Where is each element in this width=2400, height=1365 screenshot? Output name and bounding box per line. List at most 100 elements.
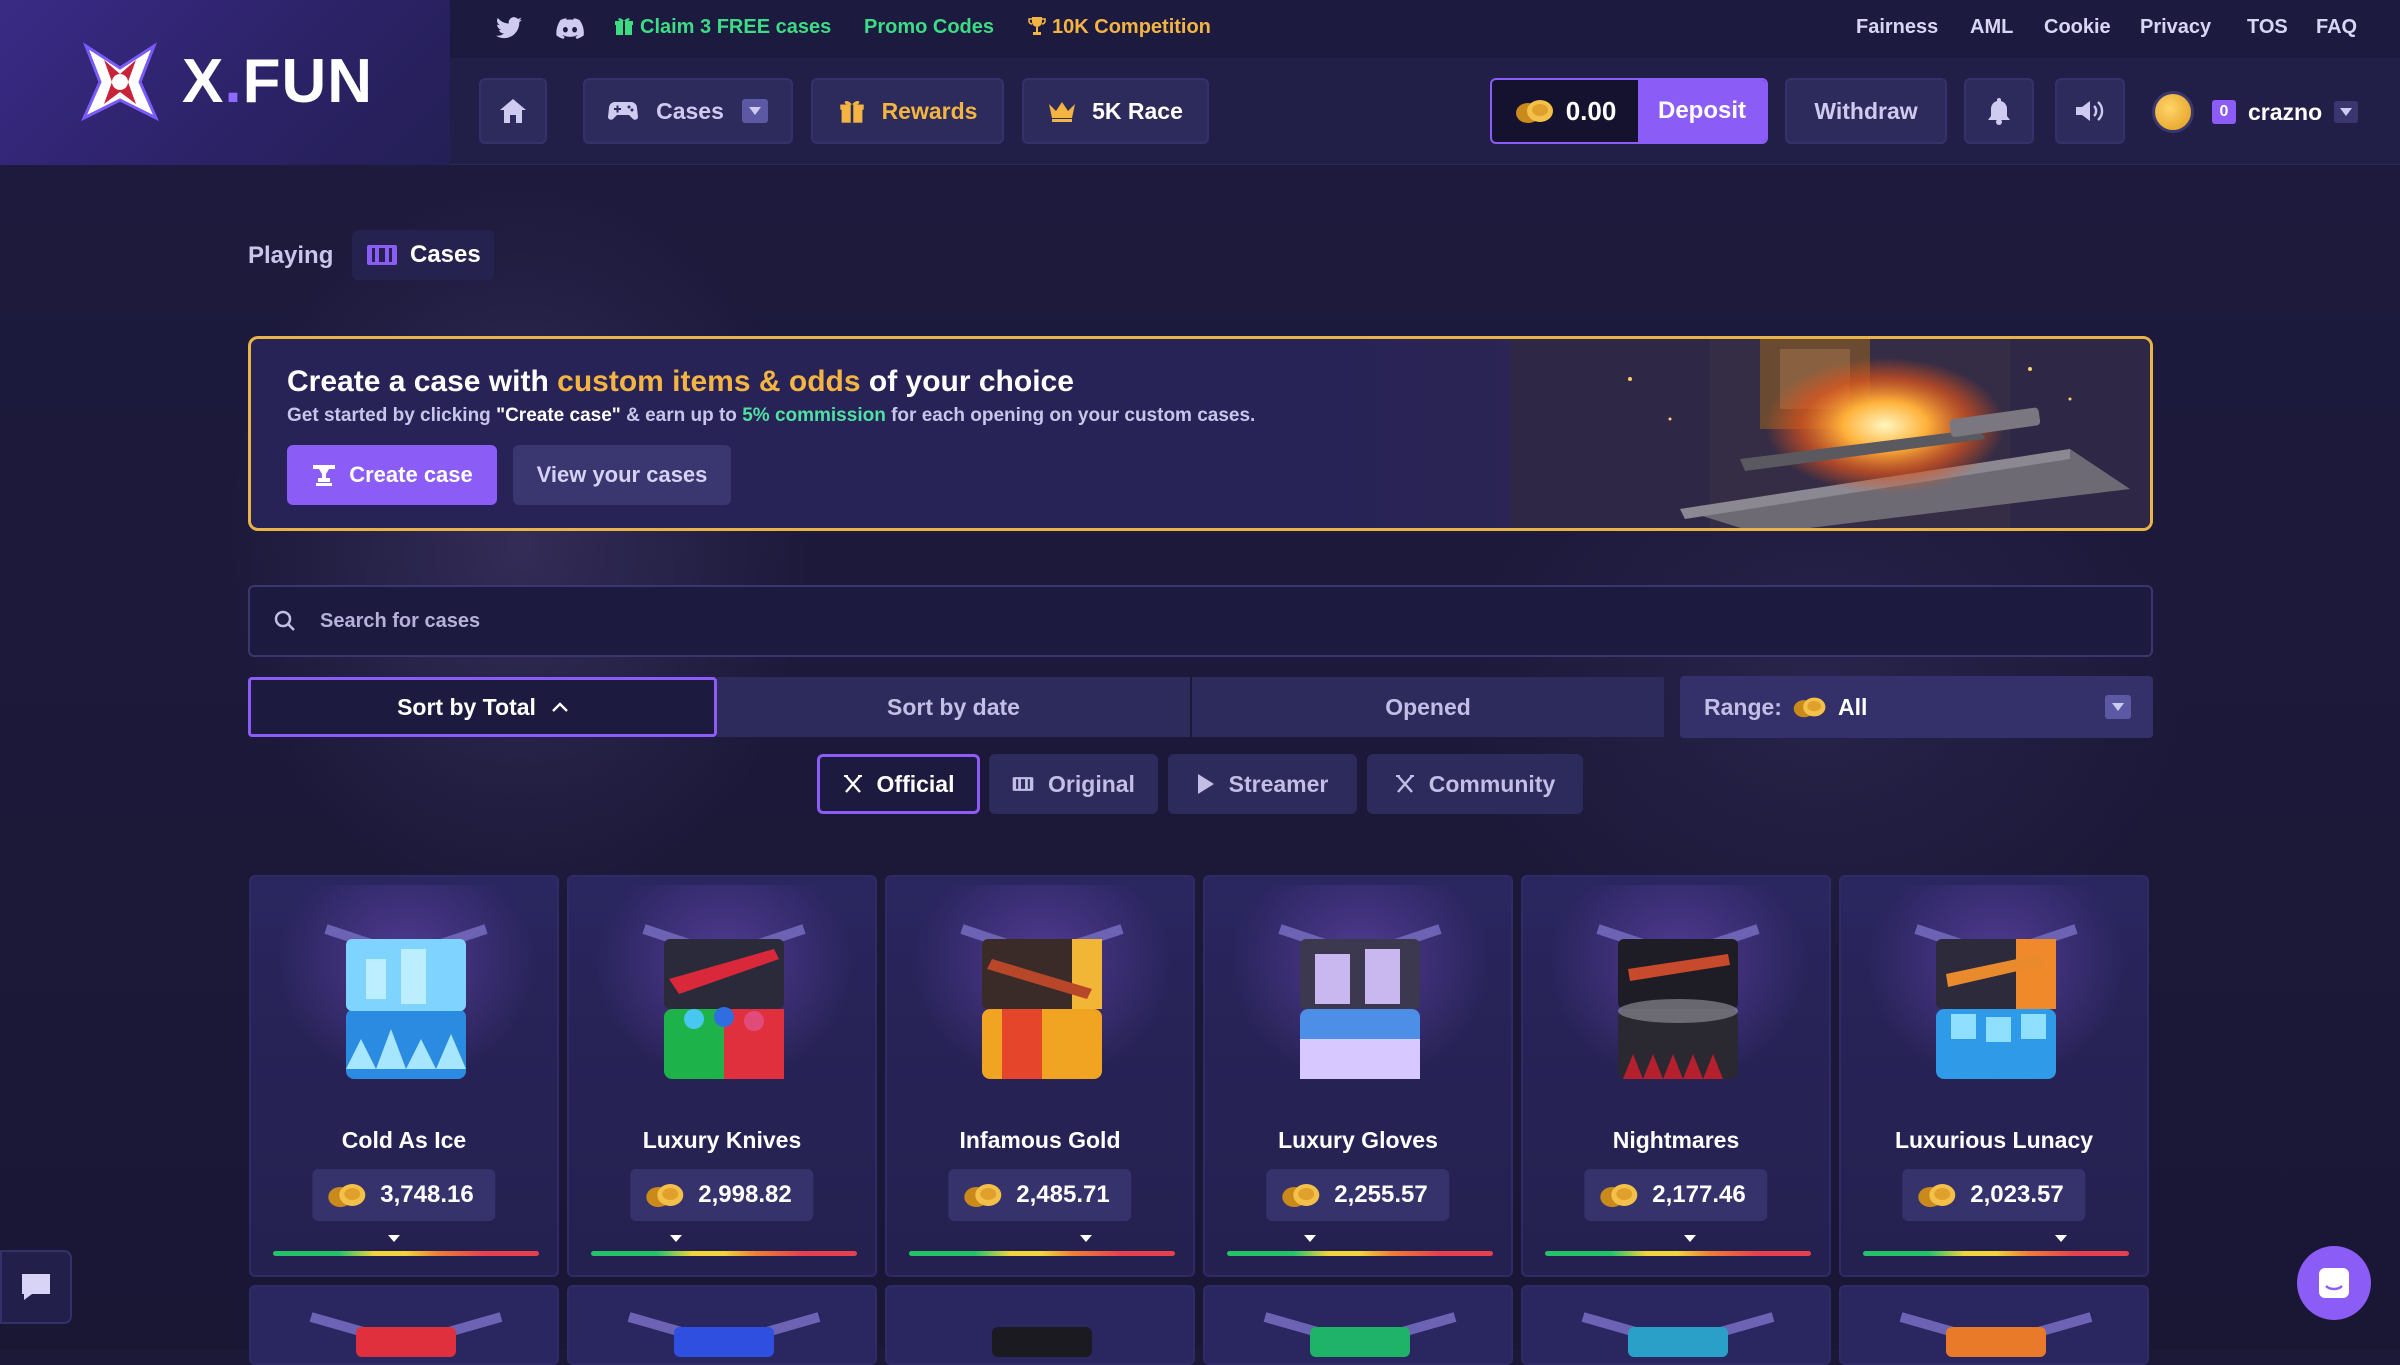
promo-codes-link[interactable]: Promo Codes (864, 16, 994, 39)
username: crazno (2248, 98, 2323, 125)
case-image (992, 1327, 1092, 1357)
case-card[interactable] (249, 1285, 559, 1365)
gift-icon (615, 18, 633, 35)
cases-icon (367, 245, 397, 265)
case-name: Luxury Knives (642, 1127, 802, 1153)
case-card[interactable]: Luxury Gloves 2,255.57 (1203, 875, 1513, 1277)
case-card[interactable] (1839, 1285, 2149, 1365)
privacy-link[interactable]: Privacy (2140, 16, 2211, 39)
competition-link[interactable]: 10K Competition (1028, 16, 1211, 39)
banner-subtitle: Get started by clicking "Create case" & … (287, 405, 1256, 426)
cases-dropdown[interactable]: Cases (583, 78, 793, 144)
case-price: 2,998.82 (630, 1169, 814, 1221)
search-icon (274, 610, 295, 631)
coin-icon (646, 1184, 684, 1207)
balance: 0.00 (1492, 80, 1638, 142)
cookie-link[interactable]: Cookie (2044, 16, 2111, 39)
claim-free-cases-link[interactable]: Claim 3 FREE cases (614, 16, 831, 39)
case-image (1914, 924, 2078, 1079)
fairness-link[interactable]: Fairness (1856, 16, 1938, 39)
view-cases-button[interactable]: View your cases (513, 445, 731, 505)
risk-bar (273, 1251, 539, 1256)
discord-icon[interactable] (556, 18, 584, 39)
case-image (1899, 1312, 2093, 1357)
home-button[interactable] (479, 78, 547, 144)
aml-link[interactable]: AML (1970, 16, 2013, 39)
sound-button[interactable] (2055, 78, 2125, 144)
coin-icon (1515, 100, 1553, 123)
search-input[interactable] (318, 608, 1918, 634)
x-logo-icon (1395, 775, 1414, 793)
case-name: Infamous Gold (959, 1127, 1121, 1153)
risk-marker (1304, 1235, 1316, 1242)
case-image (1278, 924, 1442, 1079)
risk-marker (2055, 1235, 2067, 1242)
tab-community[interactable]: Community (1367, 754, 1583, 814)
top-bar: X.FUN Claim 3 FREE cases Promo Codes 10K… (0, 0, 2400, 165)
race-button[interactable]: 5K Race (1022, 78, 1209, 144)
case-image (309, 1312, 503, 1357)
withdraw-button[interactable]: Withdraw (1785, 78, 1947, 144)
deposit-button[interactable]: Deposit (1638, 80, 1766, 142)
case-price-value: 2,023.57 (1970, 1181, 2064, 1208)
logo-area[interactable]: X.FUN (0, 0, 450, 165)
user-menu[interactable]: 0 crazno (2152, 86, 2374, 138)
case-image (1596, 924, 1760, 1079)
case-card[interactable] (1521, 1285, 1831, 1365)
create-case-button[interactable]: Create case (287, 445, 497, 505)
case-card[interactable]: Luxurious Lunacy 2,023.57 (1839, 875, 2149, 1277)
sort-opened-button[interactable]: Opened (1192, 677, 1664, 737)
risk-marker (1684, 1235, 1696, 1242)
case-card[interactable] (1203, 1285, 1513, 1365)
balance-value: 0.00 (1565, 95, 1617, 126)
tab-original[interactable]: Original (989, 754, 1158, 814)
twitter-icon[interactable] (496, 17, 522, 39)
user-level-badge: 0 (2212, 100, 2236, 124)
tab-streamer[interactable]: Streamer (1168, 754, 1357, 814)
gamepad-icon (608, 102, 639, 120)
trophy-icon (1028, 17, 1046, 35)
coin-icon (328, 1184, 366, 1207)
tab-official-label: Official (876, 770, 955, 797)
risk-bar (909, 1251, 1175, 1256)
open-chat-button[interactable] (0, 1250, 72, 1324)
case-image (627, 1312, 821, 1357)
search-bar[interactable] (248, 585, 2153, 657)
case-card[interactable] (567, 1285, 877, 1365)
create-case-banner: Create a case with custom items & odds o… (248, 336, 2153, 531)
notifications-button[interactable] (1964, 78, 2034, 144)
coin-icon (1918, 1184, 1956, 1207)
faq-link[interactable]: FAQ (2316, 16, 2357, 39)
chevron-up-icon (552, 702, 568, 712)
sort-by-total-label: Sort by Total (397, 693, 536, 720)
range-label: Range: (1704, 693, 1782, 720)
breadcrumb-current-label: Cases (410, 241, 481, 268)
case-card[interactable] (885, 1285, 1195, 1365)
rewards-button[interactable]: Rewards (811, 78, 1004, 144)
balance-box: 0.00 Deposit (1490, 78, 1768, 144)
case-card[interactable]: Infamous Gold 2,485.71 (885, 875, 1195, 1277)
play-icon (1197, 774, 1214, 794)
coin-icon (964, 1184, 1002, 1207)
support-chat-button[interactable] (2297, 1246, 2371, 1320)
bell-icon (1988, 98, 2010, 125)
case-card[interactable]: Nightmares 2,177.46 (1521, 875, 1831, 1277)
risk-marker (1080, 1235, 1092, 1242)
case-name: Cold As Ice (341, 1127, 467, 1153)
cases-label: Cases (656, 97, 724, 124)
tab-official[interactable]: Official (817, 754, 980, 814)
sort-by-total-button[interactable]: Sort by Total (248, 677, 717, 737)
case-price: 2,255.57 (1266, 1169, 1450, 1221)
anvil-icon (313, 465, 336, 486)
cases-icon (1012, 777, 1034, 791)
range-dropdown[interactable]: Range: All (1680, 676, 2153, 738)
risk-bar (591, 1251, 857, 1256)
case-card[interactable]: Cold As Ice 3,748.16 (249, 875, 559, 1277)
breadcrumb-current[interactable]: Cases (352, 230, 494, 280)
tos-link[interactable]: TOS (2247, 16, 2288, 39)
x-logo-icon (843, 775, 862, 793)
case-card[interactable]: Luxury Knives 2,998.82 (567, 875, 877, 1277)
case-image (1581, 1312, 1775, 1357)
sort-by-date-button[interactable]: Sort by date (717, 677, 1190, 737)
case-price: 2,485.71 (948, 1169, 1132, 1221)
